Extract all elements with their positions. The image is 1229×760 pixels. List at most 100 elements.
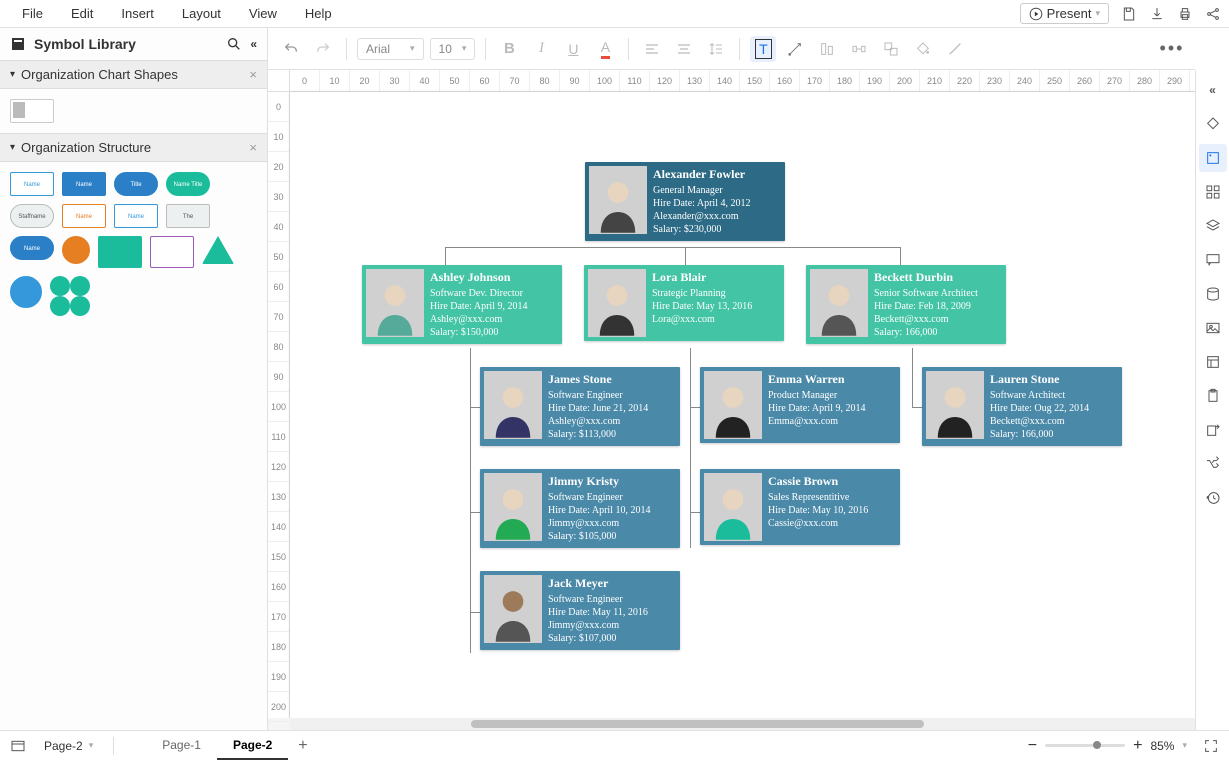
collapse-panel-icon[interactable]: « (250, 37, 257, 51)
shape-nametitle-pill[interactable]: Name Title (166, 172, 210, 196)
menu-edit[interactable]: Edit (57, 2, 107, 25)
underline-button[interactable]: U (560, 36, 586, 62)
card-emma[interactable]: Emma Warren Product Manager Hire Date: A… (700, 367, 900, 443)
align-left-button[interactable] (639, 36, 665, 62)
library-title: Symbol Library (34, 36, 218, 52)
layers-panel-icon[interactable] (1199, 212, 1227, 240)
card-lora[interactable]: Lora Blair Strategic Planning Hire Date:… (584, 265, 784, 341)
connector (912, 348, 913, 408)
shape-name-orange[interactable]: Name (62, 204, 106, 228)
share-icon[interactable] (1205, 6, 1221, 22)
card-hire: Hire Date: May 13, 2016 (652, 300, 779, 313)
card-beckett[interactable]: Beckett Durbin Senior Software Architect… (806, 265, 1006, 344)
more-button[interactable]: ••• (1159, 36, 1185, 62)
shape-name-fill[interactable]: Name (62, 172, 106, 196)
tab-page1[interactable]: Page-1 (146, 732, 217, 760)
menu-view[interactable]: View (235, 2, 291, 25)
download-icon[interactable] (1149, 6, 1165, 22)
card-lauren[interactable]: Lauren Stone Software Architect Hire Dat… (922, 367, 1122, 446)
close-icon[interactable]: × (249, 140, 257, 155)
card-jack[interactable]: Jack Meyer Software Engineer Hire Date: … (480, 571, 680, 650)
shape-table-green[interactable] (98, 236, 142, 268)
text-tool-button[interactable]: T (750, 36, 776, 62)
shape-table-purple[interactable] (150, 236, 194, 268)
connector (690, 512, 700, 513)
section-org-structure[interactable]: ▾ Organization Structure × (0, 133, 267, 162)
font-select[interactable]: Arial▾ (357, 38, 424, 60)
shape-venn[interactable] (10, 276, 42, 308)
zoom-out-button[interactable]: − (1028, 737, 1037, 755)
card-ashley[interactable]: Ashley Johnson Software Dev. Director Hi… (362, 265, 562, 344)
shuffle-icon[interactable] (1199, 450, 1227, 478)
section-org-shapes[interactable]: ▾ Organization Chart Shapes × (0, 60, 267, 89)
print-icon[interactable] (1177, 6, 1193, 22)
data-panel-icon[interactable] (1199, 280, 1227, 308)
redo-button[interactable] (310, 36, 336, 62)
connector-button[interactable] (782, 36, 808, 62)
undo-button[interactable] (278, 36, 304, 62)
history-icon[interactable] (1199, 484, 1227, 512)
fill-panel-icon[interactable] (1199, 110, 1227, 138)
clipboard-panel-icon[interactable] (1199, 382, 1227, 410)
card-jimmy[interactable]: Jimmy Kristy Software Engineer Hire Date… (480, 469, 680, 548)
align-objects-button[interactable] (814, 36, 840, 62)
card-hire: Hire Date: June 21, 2014 (548, 402, 675, 415)
search-icon[interactable] (226, 36, 242, 52)
bold-button[interactable]: B (496, 36, 522, 62)
stroke-button[interactable] (942, 36, 968, 62)
export-panel-icon[interactable] (1199, 416, 1227, 444)
fill-button[interactable] (910, 36, 936, 62)
shape-card-photo[interactable] (10, 99, 54, 123)
card-james[interactable]: James Stone Software Engineer Hire Date:… (480, 367, 680, 446)
canvas[interactable]: Alexander Fowler General Manager Hire Da… (290, 92, 1195, 718)
card-cassie[interactable]: Cassie Brown Sales Representitive Hire D… (700, 469, 900, 545)
scrollbar-horizontal[interactable] (290, 718, 1195, 730)
close-icon[interactable]: × (249, 67, 257, 82)
card-alexander[interactable]: Alexander Fowler General Manager Hire Da… (585, 162, 785, 241)
present-button[interactable]: Present ▾ (1020, 3, 1109, 24)
shape-quad-circles[interactable] (50, 276, 90, 316)
connector (470, 348, 471, 653)
card-hire: Hire Date: Oug 22, 2014 (990, 402, 1117, 415)
fullscreen-icon[interactable] (1203, 738, 1219, 754)
comment-panel-icon[interactable] (1199, 246, 1227, 274)
menu-layout[interactable]: Layout (168, 2, 235, 25)
zoom-thumb[interactable] (1093, 741, 1101, 749)
shape-name-blue2[interactable]: Name (114, 204, 158, 228)
view-panel-icon[interactable] (1199, 348, 1227, 376)
line-spacing-button[interactable] (703, 36, 729, 62)
distribute-button[interactable] (846, 36, 872, 62)
group-button[interactable] (878, 36, 904, 62)
zoom-in-button[interactable]: + (1133, 737, 1142, 755)
shape-staffname[interactable]: Staffname (10, 204, 54, 228)
shape-triangle[interactable] (202, 236, 234, 264)
zoom-slider[interactable] (1045, 744, 1125, 747)
section-label: Organization Structure (21, 140, 151, 155)
shape-title-pill[interactable]: Title (114, 172, 158, 196)
font-color-button[interactable]: A (592, 36, 618, 62)
expand-panel-icon[interactable]: « (1199, 76, 1227, 104)
tab-page2[interactable]: Page-2 (217, 732, 288, 760)
shape-name-pill2[interactable]: Name (10, 236, 54, 260)
menu-file[interactable]: File (8, 2, 57, 25)
page-dropdown[interactable]: Page-2 ▾ (36, 737, 101, 755)
outline-view-icon[interactable] (10, 738, 26, 754)
grid-panel-icon[interactable] (1199, 178, 1227, 206)
fontsize-select[interactable]: 10▾ (430, 38, 476, 60)
image-panel-icon[interactable] (1199, 314, 1227, 342)
chevron-down-icon[interactable]: ▾ (1182, 740, 1187, 751)
add-page-button[interactable]: + (288, 733, 317, 759)
shape-circle[interactable] (62, 236, 90, 264)
italic-button[interactable]: I (528, 36, 554, 62)
shape-dept[interactable]: The Department (166, 204, 210, 228)
menu-insert[interactable]: Insert (107, 2, 168, 25)
align-vertical-button[interactable] (671, 36, 697, 62)
menu-help[interactable]: Help (291, 2, 346, 25)
card-title: Software Engineer (548, 593, 675, 606)
scrollbar-thumb[interactable] (471, 720, 924, 728)
shape-name-box[interactable]: Name (10, 172, 54, 196)
shape-panel-icon[interactable] (1199, 144, 1227, 172)
card-salary: Salary: $107,000 (548, 632, 675, 645)
connector (685, 247, 686, 265)
save-icon[interactable] (1121, 6, 1137, 22)
